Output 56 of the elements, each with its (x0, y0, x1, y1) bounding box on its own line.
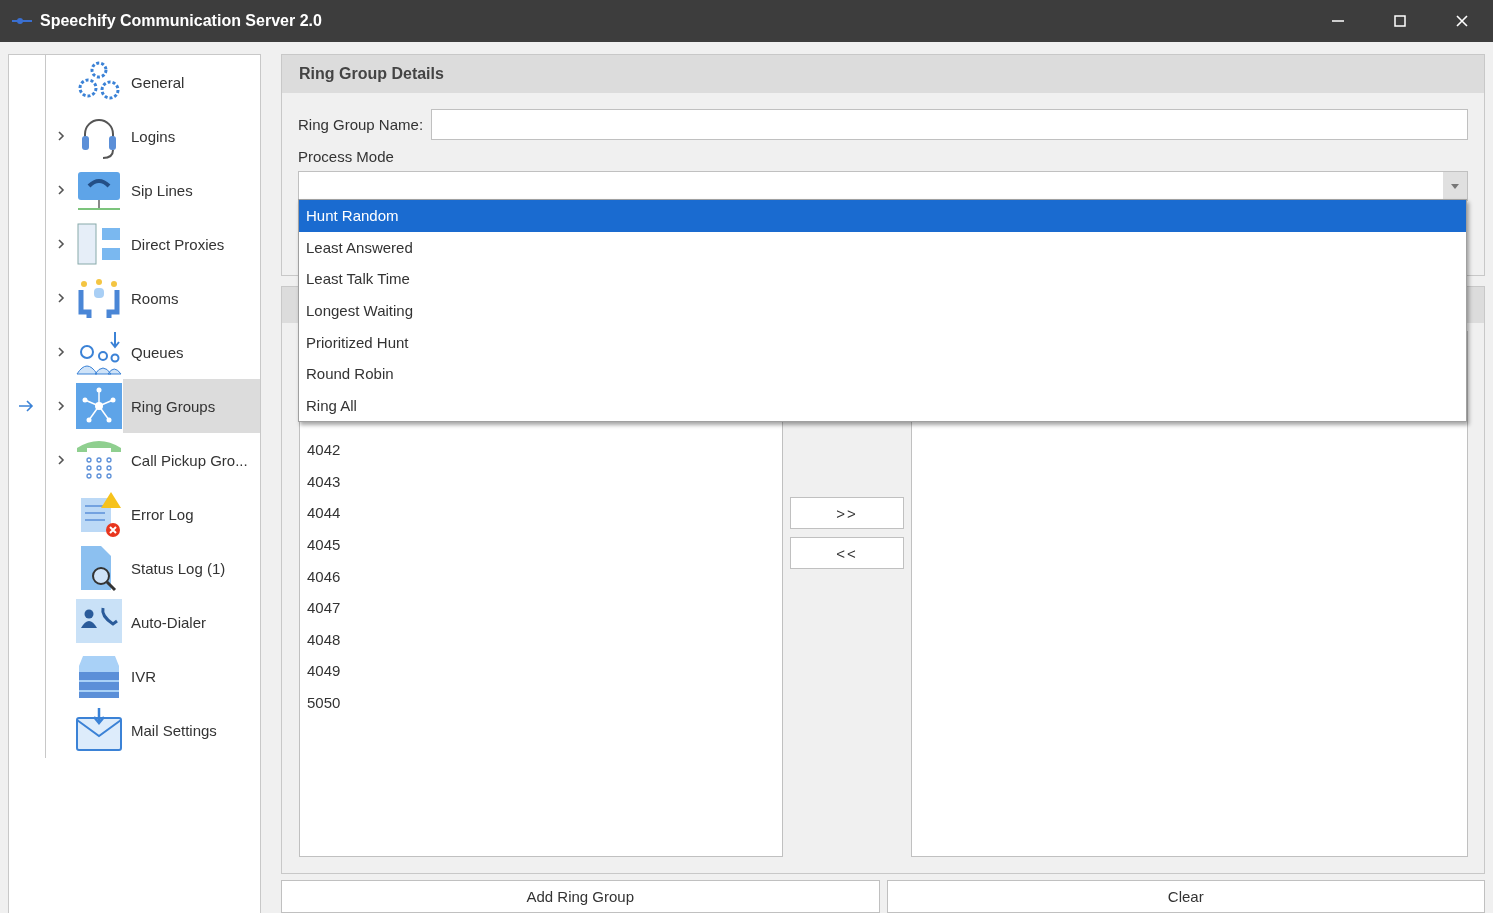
list-item[interactable]: 4046 (300, 560, 341, 592)
nav-item[interactable]: Status Log (1) (46, 541, 260, 595)
add-ring-group-button[interactable]: Add Ring Group (281, 880, 880, 913)
field-label: Process Mode (298, 148, 394, 165)
dropdown-option[interactable]: Least Talk Time (299, 263, 1466, 295)
envelope-icon (75, 706, 123, 754)
list-item[interactable]: 4042 (300, 434, 341, 466)
current-arrow-icon (18, 400, 34, 412)
maximize-icon (1394, 15, 1406, 27)
network-icon (75, 382, 123, 430)
minimize-icon (1332, 20, 1344, 22)
list-item[interactable]: 5050 (300, 686, 341, 719)
close-icon (1456, 15, 1468, 27)
nav-item[interactable]: General (46, 55, 260, 109)
nav-item[interactable]: Auto-Dialer (46, 595, 260, 649)
nav-item[interactable]: Sip Lines (46, 163, 260, 217)
list-item[interactable]: 4049 (300, 655, 341, 687)
expand-chevron-icon[interactable] (57, 185, 65, 195)
expand-chevron-icon[interactable] (57, 131, 65, 141)
expand-chevron-icon[interactable] (57, 293, 65, 303)
field-label: Ring Group Name: (298, 116, 424, 133)
nav-item[interactable]: Logins (46, 109, 260, 163)
nav-item[interactable]: Error Log (46, 487, 260, 541)
dropdown-option[interactable]: Round Robin (299, 357, 1466, 390)
nav-item[interactable]: Queues (46, 325, 260, 379)
dropdown-option[interactable]: Ring All (299, 389, 1466, 422)
window-title: Speechify Communication Server 2.0 (40, 12, 323, 30)
panel-title: Ring Group Details (299, 65, 444, 83)
dropdown-option[interactable]: Prioritized Hunt (299, 326, 1466, 358)
dropdown-button[interactable] (1443, 172, 1467, 200)
dropdown-option[interactable]: Least Answered (299, 231, 1466, 264)
contact-phone-icon (75, 598, 123, 646)
add-button[interactable]: >> (790, 497, 904, 529)
dropdown-option[interactable]: Longest Waiting (299, 294, 1466, 327)
remove-button[interactable]: << (790, 537, 904, 569)
computers-icon (75, 220, 123, 268)
name-input-field[interactable] (431, 109, 1468, 140)
list-item[interactable]: 4044 (300, 497, 341, 529)
dropdown-arrow-icon (1451, 183, 1459, 189)
dropdown-option[interactable]: Hunt Random (299, 200, 1466, 232)
list-item[interactable]: 4043 (300, 465, 341, 498)
app-icon (12, 17, 32, 25)
expand-chevron-icon[interactable] (57, 455, 65, 465)
list-item[interactable]: 4048 (300, 623, 341, 656)
nav-item[interactable]: Call Pickup Gro... (46, 433, 260, 487)
clear-button[interactable]: Clear (886, 880, 1485, 913)
nav-item[interactable]: Direct Proxies (46, 217, 260, 271)
expand-chevron-icon[interactable] (57, 239, 65, 249)
nav-item[interactable]: IVR (46, 649, 260, 703)
expand-chevron-icon[interactable] (57, 401, 65, 411)
list-item[interactable]: 4047 (300, 591, 341, 624)
nav-item[interactable]: Mail Settings (46, 703, 260, 757)
process-mode-dropdown[interactable] (298, 171, 1468, 201)
nav-item[interactable]: Rooms (46, 271, 260, 325)
expand-chevron-icon[interactable] (57, 347, 65, 357)
list-item[interactable]: 4045 (300, 528, 341, 561)
